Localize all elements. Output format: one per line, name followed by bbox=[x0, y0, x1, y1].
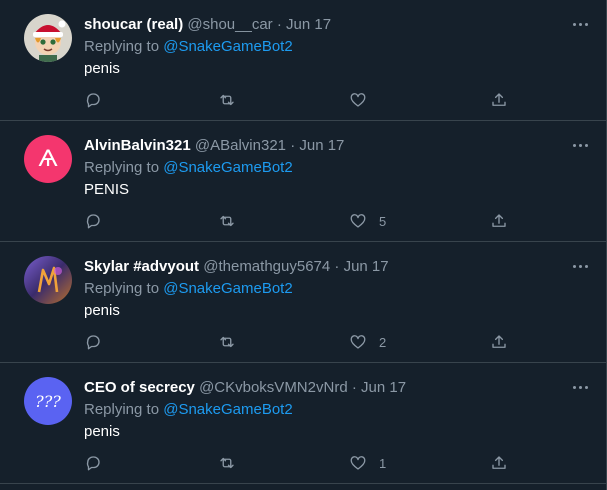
handle[interactable]: @themathguy5674 bbox=[203, 258, 330, 275]
more-options-icon[interactable] bbox=[570, 14, 592, 34]
tweet[interactable]: shoucar (real) @shou__car · Jun 17 Reply… bbox=[0, 0, 606, 121]
avatar[interactable]: Ѧ bbox=[24, 135, 72, 183]
reply-icon bbox=[86, 456, 100, 471]
retweet-button[interactable] bbox=[218, 330, 236, 354]
reply-icon bbox=[86, 93, 100, 108]
replying-to: Replying to @SnakeGameBot2 bbox=[84, 158, 293, 178]
retweet-icon bbox=[220, 336, 234, 348]
share-button[interactable] bbox=[490, 451, 508, 475]
replying-to-label: Replying to bbox=[84, 159, 160, 176]
share-icon bbox=[492, 93, 506, 106]
separator-dot: · bbox=[351, 379, 357, 396]
avatar[interactable]: ??? bbox=[24, 377, 72, 425]
reply-button[interactable] bbox=[84, 209, 102, 233]
share-button[interactable] bbox=[490, 330, 508, 354]
avatar-glyph: ??? bbox=[35, 391, 61, 411]
more-options-icon[interactable] bbox=[570, 256, 592, 276]
handle[interactable]: @ABalvin321 bbox=[195, 137, 286, 154]
reply-button[interactable] bbox=[84, 88, 102, 112]
handle[interactable]: @CKvboksVMN2vNrd bbox=[199, 379, 348, 396]
heart-icon bbox=[350, 93, 366, 107]
timestamp[interactable]: Jun 17 bbox=[299, 137, 344, 154]
separator-dot: · bbox=[276, 16, 282, 33]
replying-to-handle[interactable]: @SnakeGameBot2 bbox=[163, 159, 292, 176]
share-icon bbox=[492, 456, 506, 469]
heart-icon bbox=[350, 335, 366, 349]
more-options-icon[interactable] bbox=[570, 135, 592, 155]
more-options-icon[interactable] bbox=[570, 377, 592, 397]
display-name[interactable]: shoucar (real) bbox=[84, 16, 183, 33]
avatar-glyph: Ѧ bbox=[38, 146, 58, 172]
replying-to-handle[interactable]: @SnakeGameBot2 bbox=[163, 280, 292, 297]
like-button[interactable] bbox=[349, 88, 379, 112]
tweet-text: penis bbox=[84, 60, 120, 77]
tweet[interactable]: Skylar #advyout @themathguy5674 · Jun 17… bbox=[0, 242, 606, 363]
heart-icon bbox=[350, 456, 366, 470]
replying-to-handle[interactable]: @SnakeGameBot2 bbox=[163, 401, 292, 418]
replying-to-label: Replying to bbox=[84, 38, 160, 55]
share-icon bbox=[492, 335, 506, 348]
separator-dot: · bbox=[334, 258, 340, 275]
retweet-icon bbox=[220, 94, 234, 106]
replying-to-label: Replying to bbox=[84, 401, 160, 418]
tweet-header: AlvinBalvin321 @ABalvin321 · Jun 17 bbox=[84, 136, 344, 156]
retweet-button[interactable] bbox=[218, 209, 236, 233]
reply-button[interactable] bbox=[84, 330, 102, 354]
retweet-button[interactable] bbox=[218, 88, 236, 112]
display-name[interactable]: Skylar #advyout bbox=[84, 258, 199, 275]
avatar[interactable] bbox=[24, 14, 72, 62]
like-count: 2 bbox=[379, 334, 387, 350]
replying-to: Replying to @SnakeGameBot2 bbox=[84, 400, 293, 420]
separator-dot: · bbox=[290, 137, 296, 154]
tweet-text: penis bbox=[84, 423, 120, 440]
tweet-header: CEO of secrecy @CKvboksVMN2vNrd · Jun 17 bbox=[84, 378, 406, 398]
like-count: 5 bbox=[379, 213, 387, 229]
tweet-text: penis bbox=[84, 302, 120, 319]
share-icon bbox=[492, 214, 506, 227]
retweet-icon bbox=[220, 215, 234, 227]
reply-icon bbox=[86, 335, 100, 350]
replying-to-handle[interactable]: @SnakeGameBot2 bbox=[163, 38, 292, 55]
like-button[interactable]: 5 bbox=[349, 209, 386, 233]
handle[interactable]: @shou__car bbox=[187, 16, 272, 33]
tweet[interactable]: Ѧ AlvinBalvin321 @ABalvin321 · Jun 17 Re… bbox=[0, 121, 606, 242]
like-button[interactable]: 1 bbox=[349, 451, 386, 475]
tweet-header: shoucar (real) @shou__car · Jun 17 bbox=[84, 15, 331, 35]
replying-to: Replying to @SnakeGameBot2 bbox=[84, 279, 293, 299]
timestamp[interactable]: Jun 17 bbox=[344, 258, 389, 275]
replying-to: Replying to @SnakeGameBot2 bbox=[84, 37, 293, 57]
tweet-header: Skylar #advyout @themathguy5674 · Jun 17 bbox=[84, 257, 389, 277]
replying-to-label: Replying to bbox=[84, 280, 160, 297]
tweet[interactable]: ??? CEO of secrecy @CKvboksVMN2vNrd · Ju… bbox=[0, 363, 606, 484]
timestamp[interactable]: Jun 17 bbox=[361, 379, 406, 396]
share-button[interactable] bbox=[490, 209, 508, 233]
retweet-icon bbox=[220, 457, 234, 469]
tweet-text: PENIS bbox=[84, 181, 130, 198]
share-button[interactable] bbox=[490, 88, 508, 112]
avatar[interactable] bbox=[24, 256, 72, 304]
heart-icon bbox=[350, 214, 366, 228]
like-button[interactable]: 2 bbox=[349, 330, 386, 354]
display-name[interactable]: AlvinBalvin321 bbox=[84, 137, 191, 154]
reply-feed: shoucar (real) @shou__car · Jun 17 Reply… bbox=[0, 0, 606, 490]
timestamp[interactable]: Jun 17 bbox=[286, 16, 331, 33]
reply-icon bbox=[86, 214, 100, 229]
like-count: 1 bbox=[379, 455, 387, 471]
display-name[interactable]: CEO of secrecy bbox=[84, 379, 195, 396]
reply-button[interactable] bbox=[84, 451, 102, 475]
retweet-button[interactable] bbox=[218, 451, 236, 475]
